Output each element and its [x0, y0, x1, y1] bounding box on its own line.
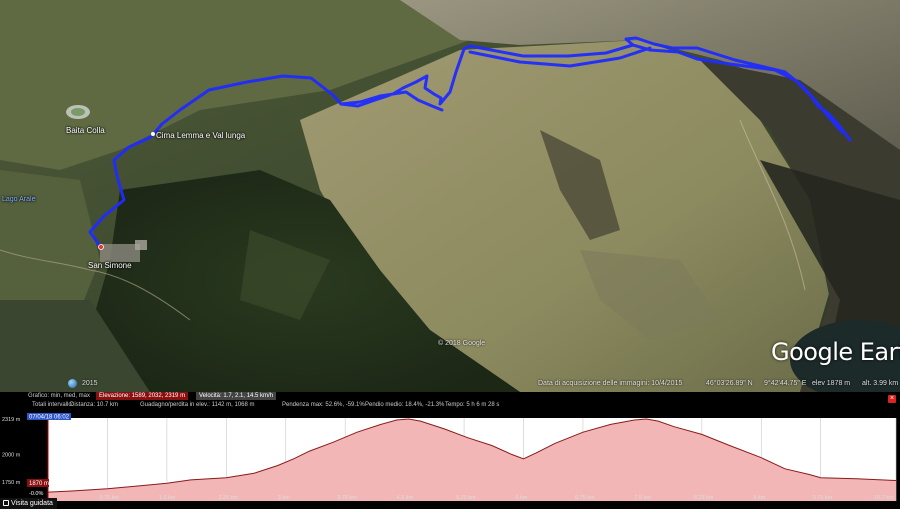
y-axis-ticks: 2319 m2000 m1750 m1589 m	[2, 417, 21, 501]
max-slope-stat: Pendenza max: 52.6%, -59.1%	[282, 402, 365, 408]
eye-altitude-readout: alt. 3.99 km	[862, 380, 899, 387]
avg-slope-stat: Pendio medio: 18.4%, -21.3%	[365, 402, 445, 408]
latitude-readout: 46°03'26.89" N	[706, 380, 753, 387]
profile-stats-row-2: Totali intervallo: Distanza: 10.7 km Gua…	[0, 401, 900, 410]
guided-tour-button[interactable]: Visita guidata	[0, 498, 57, 509]
satellite-terrain[interactable]	[0, 0, 900, 392]
x-tick-label: 3 km	[278, 495, 290, 501]
cursor-percent: -0.0%	[29, 491, 43, 497]
google-earth-logo: Google Earth	[771, 338, 900, 366]
time-stat: Tempo: 5 h 6 m 28 s	[445, 402, 500, 408]
gain-loss-stat: Guadagno/perdita in elev.: 1142 m, 1068 …	[140, 402, 255, 408]
x-tick-label: 4.5 km	[397, 495, 414, 501]
totals-label: Totali intervallo:	[32, 402, 74, 408]
elevation-profile-panel[interactable]: Grafico: min, med, max Elevazione: 1589,…	[0, 392, 900, 509]
y-tick-label: 2319 m	[2, 417, 21, 423]
label-cima-lemma[interactable]: Cima Lemma e Val lunga	[156, 131, 245, 140]
tour-icon	[3, 500, 9, 506]
elevation-readout: elev 1878 m	[812, 380, 851, 387]
y-tick-label: 2000 m	[2, 452, 21, 458]
elevation-stat[interactable]: Elevazione: 1589, 2032, 2319 m	[96, 392, 189, 400]
x-tick-label: 6 km	[516, 495, 528, 501]
x-tick-label: 8.25 km	[694, 495, 714, 501]
x-tick-label: 9 km	[753, 495, 765, 501]
y-tick-label: 1750 m	[2, 480, 21, 486]
x-tick-label: 1.5 km	[159, 495, 176, 501]
label-san-simone[interactable]: San Simone	[88, 261, 132, 270]
x-tick-label: 0.75 km	[99, 495, 119, 501]
place-marker-icon[interactable]	[151, 132, 155, 136]
map-copyright: © 2018 Google	[438, 340, 486, 347]
label-baita-colla[interactable]: Baita Colla	[66, 126, 105, 135]
x-tick-label: 7.5 km	[634, 495, 651, 501]
cursor-value: 1870 m	[29, 481, 49, 487]
timestamp-label: 07/04/18 06:02	[29, 415, 70, 421]
x-tick-label: 10.7 km	[874, 495, 894, 501]
close-profile-button[interactable]: ×	[888, 395, 896, 403]
x-tick-label: 3.75 km	[337, 495, 357, 501]
distance-stat: Distanza: 10.7 km	[70, 402, 119, 408]
profile-stats-row-1: Grafico: min, med, max Elevazione: 1589,…	[0, 392, 900, 401]
label-lago-arale[interactable]: Lago Arale	[2, 196, 35, 203]
map-status-bar: 2015 Data di acquisizione delle immagini…	[0, 378, 900, 392]
guided-tour-label: Visita guidata	[11, 500, 53, 507]
x-tick-label: 9.75 km	[813, 495, 833, 501]
speed-stat[interactable]: Velocità: 1.7, 2.1, 14.5 km/h	[196, 392, 277, 400]
graph-label: Grafico: min, med, max	[28, 393, 91, 399]
x-tick-label: 6.75 km	[575, 495, 595, 501]
x-tick-label: 2.25 km	[218, 495, 238, 501]
acquisition-date: Data di acquisizione delle immagini: 10/…	[538, 380, 683, 387]
map-view[interactable]: Baita Colla Cima Lemma e Val lunga Lago …	[0, 0, 900, 392]
imagery-year[interactable]: 2015	[82, 380, 98, 387]
elevation-chart[interactable]: 2319 m2000 m1750 m1589 m 0.75 km1.5 km2.…	[0, 412, 900, 501]
x-tick-label: 5.25 km	[456, 495, 476, 501]
place-marker-icon[interactable]	[98, 244, 104, 250]
longitude-readout: 9°42'44.75" E	[764, 380, 807, 387]
